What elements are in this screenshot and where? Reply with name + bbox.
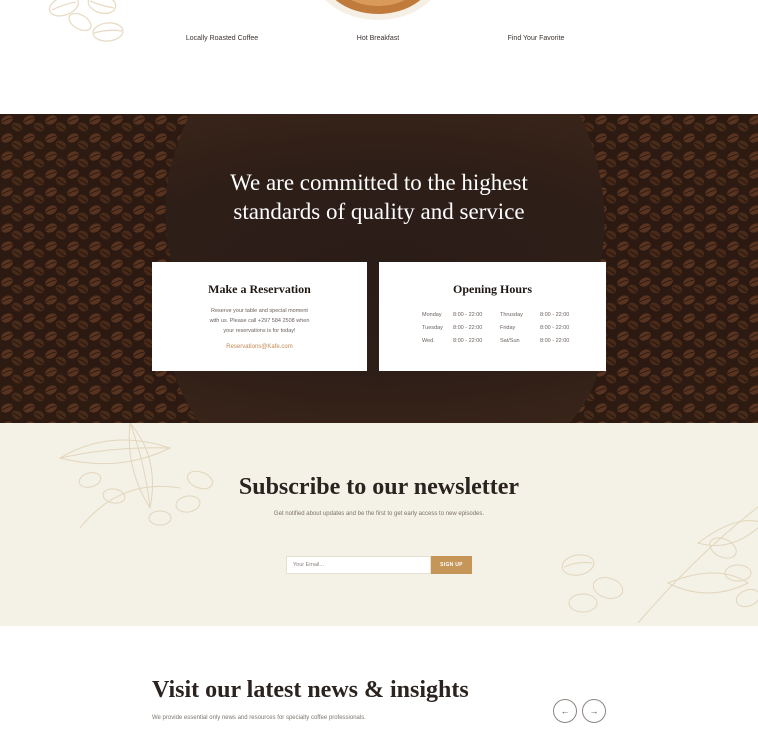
newsletter-title: Subscribe to our newsletter — [238, 474, 520, 500]
sign-up-button[interactable]: SIGN UP — [431, 556, 472, 574]
carousel-prev-button[interactable]: ← — [553, 699, 577, 723]
reservation-card: Make a Reservation Reserve your table an… — [152, 262, 367, 371]
coffee-beans-decoration — [48, 0, 124, 42]
commitment-section: We are committed to the highest standard… — [0, 114, 758, 423]
commitment-heading: We are committed to the highest standard… — [0, 168, 758, 226]
hours-day: Wed. — [422, 338, 435, 344]
carousel-next-button[interactable]: → — [582, 699, 606, 723]
commitment-heading-line2: standards of quality and service — [233, 199, 525, 224]
hours-day: Friday — [500, 325, 516, 331]
newsletter-section: Subscribe to our newsletter Get notified… — [0, 423, 758, 626]
hours-day: Sat/Sun — [500, 338, 520, 344]
newsletter-email-input[interactable] — [286, 556, 431, 574]
reservation-text-line: with us. Please call +297 584 2508 when — [209, 318, 310, 324]
feature-label-find-favorite: Find Your Favorite — [507, 35, 565, 42]
news-section: Visit our latest news & insights We prov… — [0, 626, 758, 754]
hours-time: 8:00 - 22:00 — [540, 312, 570, 318]
reservation-email-link[interactable]: Reservations@Kafe.com — [152, 344, 367, 350]
opening-hours-table: Monday 8:00 - 22:00 Thrusday 8:00 - 22:0… — [422, 312, 582, 344]
feature-label-hot-breakfast: Hot Breakfast — [356, 35, 400, 42]
features-strip: Locally Roasted Coffee Hot Breakfast Fin… — [0, 0, 758, 114]
opening-hours-card: Opening Hours Monday 8:00 - 22:00 Thrusd… — [379, 262, 606, 371]
arrow-right-icon: → — [589, 706, 599, 716]
feature-label-roasted-coffee: Locally Roasted Coffee — [185, 35, 259, 42]
commitment-heading-line1: We are committed to the highest — [230, 170, 528, 195]
newsletter-subtitle: Get notified about updates and be the fi… — [273, 511, 485, 517]
hours-day: Thrusday — [500, 312, 523, 318]
hours-time: 8:00 - 22:00 — [453, 312, 483, 318]
reservation-text-line: your reservations is for today! — [223, 328, 296, 334]
arrow-left-icon: ← — [560, 706, 570, 716]
hours-time: 8:00 - 22:00 — [453, 338, 483, 344]
opening-hours-title: Opening Hours — [452, 282, 533, 296]
news-title: Visit our latest news & insights — [152, 677, 469, 703]
hours-time: 8:00 - 22:00 — [540, 338, 570, 344]
reservation-text-line: Reserve your table and special moment — [211, 308, 308, 314]
hours-day: Tuesday — [422, 325, 443, 331]
reservation-title: Make a Reservation — [208, 282, 311, 296]
coffee-cup-image — [325, 0, 431, 20]
news-subtitle: We provide essential only news and resou… — [152, 715, 366, 721]
reservation-text: Reserve your table and special moment wi… — [192, 306, 327, 336]
hours-day: Monday — [422, 312, 442, 318]
hours-time: 8:00 - 22:00 — [540, 325, 570, 331]
hours-time: 8:00 - 22:00 — [453, 325, 483, 331]
